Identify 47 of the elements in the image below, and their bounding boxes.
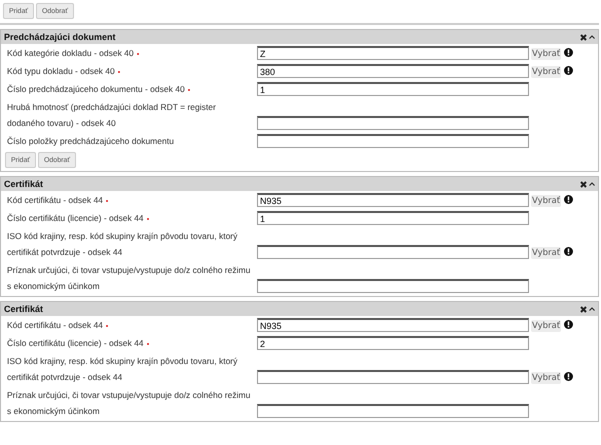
select-button[interactable]: Vybrať (531, 66, 562, 78)
select-button[interactable]: Vybrať (531, 247, 562, 259)
close-icon[interactable] (580, 180, 587, 188)
input-field[interactable]: N935 (257, 318, 529, 332)
input-field[interactable]: 1 (257, 211, 529, 225)
collapse-icon[interactable] (589, 307, 595, 311)
info-icon[interactable] (564, 247, 574, 256)
info-icon[interactable] (564, 372, 574, 381)
select-button[interactable]: Vybrať (531, 48, 562, 60)
input-field[interactable] (257, 245, 529, 259)
input-field[interactable] (257, 404, 529, 418)
panel-title: Predchádzajúci dokument (4, 32, 116, 42)
field-label: Číslo certifikátu (licencie) - odsek 44 (7, 210, 257, 226)
panel-title: Certifikát (4, 304, 44, 314)
input-field[interactable] (257, 279, 529, 293)
panel-title: Certifikát (4, 179, 44, 189)
field-label: Číslo položky predchádzajúceho dokumentu (7, 135, 175, 148)
field-label: Hrubá hmotnosť (predchádzajúci doklad RDT = register dodaného tovaru) - odsek 40 (7, 101, 217, 130)
input-field[interactable]: 1 (257, 82, 529, 96)
collapse-icon[interactable] (589, 182, 595, 186)
select-button[interactable]: Vybrať (531, 320, 562, 332)
field-label: Kód certifikátu - odsek 44 (7, 192, 257, 208)
input-field[interactable]: 380 (257, 64, 529, 78)
field-label: Kód typu dokladu - odsek 40 (7, 63, 257, 79)
field-label: ISO kód krajiny, resp. kód skupiny krajín pôvodu tovaru, ktorý certifikát potvrdzuje - odsek 44 (7, 355, 238, 384)
input-field[interactable] (257, 370, 529, 384)
info-icon[interactable] (564, 66, 574, 75)
field-label: ISO kód krajiny, resp. kód skupiny krajín pôvodu tovaru, ktorý certifikát potvrdzuje - odsek 44 (7, 230, 238, 259)
input-field[interactable]: Z (257, 46, 529, 60)
input-field[interactable] (257, 134, 529, 148)
input-field[interactable]: N935 (257, 193, 529, 207)
info-icon[interactable] (564, 320, 574, 329)
field-label: Príznak určujúci, či tovar vstupuje/vystupuje do/z colného režimu s ekonomickým účinkom (7, 264, 252, 293)
info-icon[interactable] (564, 48, 574, 57)
field-label: Číslo predchádzajúceho dokumentu - odsek 40 (7, 81, 257, 97)
close-icon[interactable] (580, 306, 587, 312)
field-label: Kód certifikátu - odsek 44 (7, 317, 257, 333)
field-label: Kód kategórie dokladu - odsek 40 (7, 45, 257, 61)
field-label: Číslo certifikátu (licencie) - odsek 44 (7, 335, 257, 351)
input-field[interactable] (257, 116, 529, 130)
collapse-icon[interactable] (589, 35, 595, 39)
field-label: Príznak určujúci, či tovar vstupuje/vystupuje do/z colného režimu s ekonomickým účinkom (7, 389, 252, 418)
close-icon[interactable] (580, 34, 587, 40)
select-button[interactable]: Vybrať (531, 372, 562, 384)
select-button[interactable]: Vybrať (531, 195, 562, 207)
info-icon[interactable] (564, 195, 574, 204)
input-field[interactable]: 2 (257, 336, 529, 350)
